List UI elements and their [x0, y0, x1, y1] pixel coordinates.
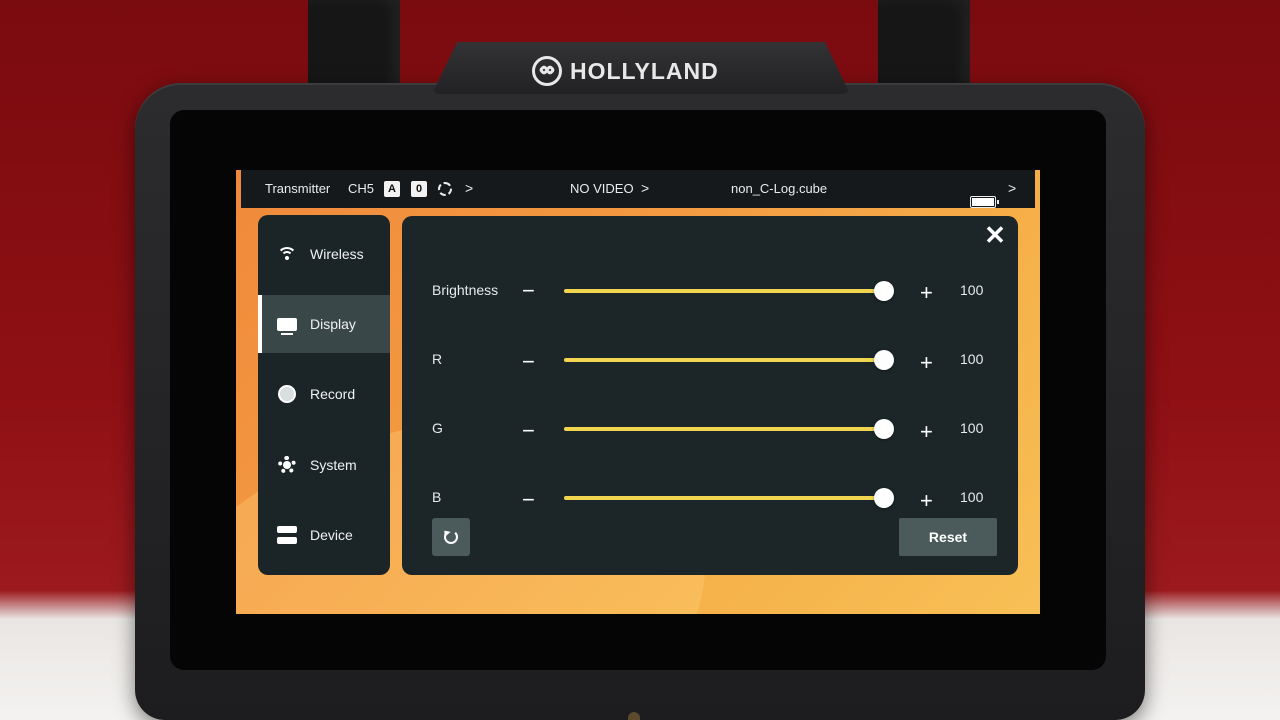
monitor-icon [276, 313, 298, 335]
slider-fill [564, 289, 884, 293]
badge-0: 0 [411, 181, 427, 197]
settings-icon[interactable] [438, 182, 452, 196]
sidebar-item-label: Record [310, 386, 356, 402]
slider-fill [564, 427, 884, 431]
sidebar-item-device[interactable]: Device [258, 506, 390, 564]
mode-label: Transmitter [265, 181, 331, 196]
decrease-button[interactable]: − [522, 278, 535, 304]
bottom-mount [628, 712, 640, 720]
slider-track[interactable] [564, 488, 894, 508]
increase-button[interactable]: + [920, 350, 933, 376]
screen: Transmitter CH5 A 0 > NO VIDEO > non_C-L… [236, 170, 1040, 614]
sidebar-item-display[interactable]: Display [258, 295, 390, 353]
slider-track[interactable] [564, 419, 894, 439]
status-bar: Transmitter CH5 A 0 > NO VIDEO > non_C-L… [241, 170, 1035, 208]
sidebar-item-label: Display [310, 316, 356, 332]
slider-track[interactable] [564, 281, 894, 301]
increase-button[interactable]: + [920, 488, 933, 514]
slider-row-g: G − + 100 [402, 418, 1018, 468]
display-settings-panel: ✕ Brightness − + 100 R − + 100 G − + 100… [402, 216, 1018, 575]
sidebar-item-label: Device [310, 527, 353, 543]
sidebar-item-label: System [310, 457, 357, 473]
sidebar-item-wireless[interactable]: Wireless [258, 225, 390, 283]
brand-logo: HOLLYLAND [532, 55, 719, 87]
slider-thumb[interactable] [874, 281, 894, 301]
slider-row-r: R − + 100 [402, 349, 1018, 399]
reset-button[interactable]: Reset [899, 518, 997, 556]
slider-track[interactable] [564, 350, 894, 370]
battery-icon [970, 196, 999, 208]
decrease-button[interactable]: − [522, 487, 535, 513]
slider-thumb[interactable] [874, 350, 894, 370]
close-icon[interactable]: ✕ [984, 222, 1006, 248]
slider-label: G [432, 420, 443, 436]
brand-name: HOLLYLAND [570, 57, 719, 84]
sidebar-item-system[interactable]: System [258, 436, 390, 494]
slider-value: 100 [960, 282, 984, 298]
wifi-icon [276, 243, 298, 265]
undo-button[interactable] [432, 518, 470, 556]
lut-file-name[interactable]: non_C-Log.cube [731, 181, 827, 196]
chevron-right-icon[interactable]: > [465, 180, 473, 196]
slider-thumb[interactable] [874, 419, 894, 439]
sidebar-item-label: Wireless [310, 246, 364, 262]
sidebar-item-record[interactable]: Record [258, 365, 390, 423]
slider-value: 100 [960, 489, 984, 505]
slider-value: 100 [960, 420, 984, 436]
increase-button[interactable]: + [920, 419, 933, 445]
undo-icon [444, 530, 458, 544]
slider-fill [564, 358, 884, 362]
record-icon [276, 383, 298, 405]
slider-label: Brightness [432, 282, 499, 298]
chevron-right-icon[interactable]: > [1008, 180, 1016, 196]
decrease-button[interactable]: − [522, 418, 535, 444]
slider-thumb[interactable] [874, 488, 894, 508]
video-status[interactable]: NO VIDEO [570, 181, 634, 196]
slider-row-brightness: Brightness − + 100 [402, 278, 1018, 330]
settings-sidebar: Wireless Display Record System Device [258, 215, 390, 575]
badge-a: A [384, 181, 400, 197]
gear-icon [276, 454, 298, 476]
increase-button[interactable]: + [920, 280, 933, 306]
slider-label: B [432, 489, 442, 505]
slider-value: 100 [960, 351, 984, 367]
slider-label: R [432, 351, 443, 367]
chevron-right-icon[interactable]: > [641, 180, 649, 196]
hollyland-logo-icon [532, 56, 562, 86]
decrease-button[interactable]: − [522, 349, 535, 375]
device-icon [276, 524, 298, 546]
slider-fill [564, 496, 884, 500]
channel-label: CH5 [348, 181, 375, 196]
